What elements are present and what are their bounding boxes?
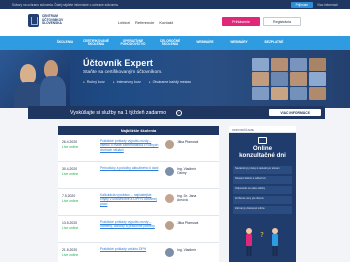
course-title-link[interactable]: Praktické príklady vzťahu DPH (100, 247, 160, 251)
course-date: 21.5.2020 (62, 248, 78, 252)
hero-features: Ročný kurz Intenzívny kurz Otvárame každ… (83, 80, 191, 84)
register-button[interactable]: Registrácia (263, 17, 301, 26)
lecturer-avatar (165, 194, 174, 203)
site-logo[interactable]: CENTRUM ÚČTOVNÍKOV SLOVENSKA (28, 14, 63, 27)
ad-title-line-2: konzultačné dni (239, 151, 286, 159)
lecturer-name: Jitka Pfamová (177, 221, 199, 225)
lecturer-name: Jitka Pfamová (177, 140, 199, 144)
promo-cta-button[interactable]: VIAC INFORMÁCIÍ (269, 109, 321, 116)
nav-item-certifikovane[interactable]: CERTIFIKOVANÉ ŠKOLENIA (78, 36, 114, 50)
nav-item-bezplatne[interactable]: BEZPLATNÉ (256, 36, 292, 50)
hero-feature: Intenzívny kurz (113, 80, 141, 84)
course-type: Live online (62, 252, 79, 257)
course-date: 7.5.2020 (62, 194, 76, 198)
lecturer-avatar (165, 167, 174, 176)
nav-item-webinare[interactable]: WEBINÁRE (188, 36, 222, 50)
link-lecturers[interactable]: Lektori (118, 20, 130, 25)
upcoming-courses-panel: Najbližšie školenia 26.4.2020 Live onlin… (58, 126, 219, 262)
nav-item-skolenia[interactable]: ŠKOLENIA (52, 36, 78, 50)
ad-title: Online konzultačné dni (229, 145, 296, 160)
ad-bullet: Záznamy dostupné online (233, 206, 292, 214)
recommended-label: ODPORÚČAME (229, 126, 296, 133)
course-title-link[interactable]: Kalkulácia výrobkov – najčastejšie chyby… (100, 193, 160, 206)
hero-subtitle: Staňte sa certifikovaným účtovníkom. (83, 70, 163, 75)
course-item[interactable]: 30.4.2020 Live online Periodicky a polož… (58, 162, 219, 189)
online-consultation-ad[interactable]: Online konzultačné dni Nezáväzný prístup… (229, 133, 296, 262)
top-links: Lektori Referencie Kontakt (118, 20, 173, 25)
courses-heading: Najbližšie školenia (58, 126, 219, 135)
course-type: Live online (62, 198, 79, 203)
cookie-notice-bar: Súbory na ochranu súkromia. Ďalej nájdet… (0, 0, 350, 9)
course-item[interactable]: 13.5.2020 Live online Praktické príklady… (58, 216, 219, 243)
arrow-right-icon[interactable]: › (176, 109, 182, 116)
course-item[interactable]: 26.4.2020 Live online Praktické príklady… (58, 135, 219, 162)
course-type: Live online (62, 144, 79, 149)
svg-text:?: ? (260, 231, 264, 239)
hero-feature: Ročný kurz (83, 80, 105, 84)
ad-bullet: Zníženie ceny pre členov (233, 196, 292, 204)
hero-banner[interactable]: Účtovník Expert Staňte sa certifikovaným… (0, 50, 350, 108)
nav-item-celorocne[interactable]: CELOROČNÉ ŠKOLENIA (152, 36, 188, 50)
course-date: 26.4.2020 (62, 140, 78, 144)
course-type: Live online (62, 171, 79, 176)
people-illustration: ? (246, 228, 278, 256)
lecturer-avatar (165, 140, 174, 149)
lecturer-avatar (165, 221, 174, 230)
course-date: 30.4.2020 (62, 167, 78, 171)
hero-feature: Otvárame každý mesiac (149, 80, 192, 84)
course-type: Live online (62, 225, 79, 230)
site-header: CENTRUM ÚČTOVNÍKOV SLOVENSKA Lektori Ref… (0, 9, 350, 36)
course-date: 13.5.2020 (62, 221, 78, 225)
lecturer-name: Ing. Dr. Jana Arnová (177, 194, 197, 203)
lecturer-name: Ing. Vladimír Ozimy (177, 167, 197, 176)
lecturer-avatar (165, 248, 174, 257)
ad-bullet: Skúsení lektori a odborníci (233, 176, 292, 184)
hero-title: Účtovník Expert (83, 58, 154, 68)
logo-line-3: SLOVENSKA (42, 21, 62, 26)
promo-bar[interactable]: Vyskúšajte si služby na 1 týždeň zadarmo… (28, 106, 325, 119)
lecturer-name: Ing. Vladimír (177, 248, 197, 252)
course-title-link[interactable]: Periodicky a položky aktuálneho k dani (100, 166, 160, 170)
recommended-panel: ODPORÚČAME Online konzultačné dni Nezávä… (229, 126, 296, 262)
link-references[interactable]: Referencie (135, 20, 154, 25)
course-item[interactable]: 7.5.2020 Live online Kalkulácia výrobkov… (58, 189, 219, 216)
nav-item-webinary[interactable]: WEBINÁRY (222, 36, 256, 50)
ad-bullet: Odpovede na vaše otázky (233, 186, 292, 194)
course-title-link[interactable]: Praktické príklady výpočtu mzdy – odmeny… (100, 220, 160, 229)
ad-bullet-list: Nezáväzný prístup k aktuálnym témam Skús… (233, 166, 292, 214)
ad-bullet: Nezáväzný prístup k aktuálnym témam (233, 166, 292, 174)
course-title-link[interactable]: Praktické príklady výpočtu mzdy – všetko… (100, 139, 160, 152)
cookie-notice-text: Súbory na ochranu súkromia. Ďalej nájdet… (12, 2, 119, 7)
monitor-icon (258, 137, 267, 144)
hero-photo-grid (252, 58, 326, 100)
hero-people-image (0, 50, 70, 108)
promo-text: Vyskúšajte si služby na 1 týždeň zadarmo (70, 109, 167, 116)
nav-item-operativne[interactable]: OPERATÍVNE POHODOVSTVO (114, 36, 152, 50)
login-button[interactable]: Prihlásenie (222, 17, 260, 26)
cookie-more-link[interactable]: Viac informácií (317, 3, 338, 7)
logo-icon (28, 14, 39, 27)
course-item[interactable]: 21.5.2020 Live online Praktické príklady… (58, 243, 219, 262)
link-contact[interactable]: Kontakt (159, 20, 173, 25)
main-navigation: ŠKOLENIA CERTIFIKOVANÉ ŠKOLENIA OPERATÍV… (0, 36, 350, 50)
cookie-accept-button[interactable]: Prijímam (290, 1, 314, 8)
